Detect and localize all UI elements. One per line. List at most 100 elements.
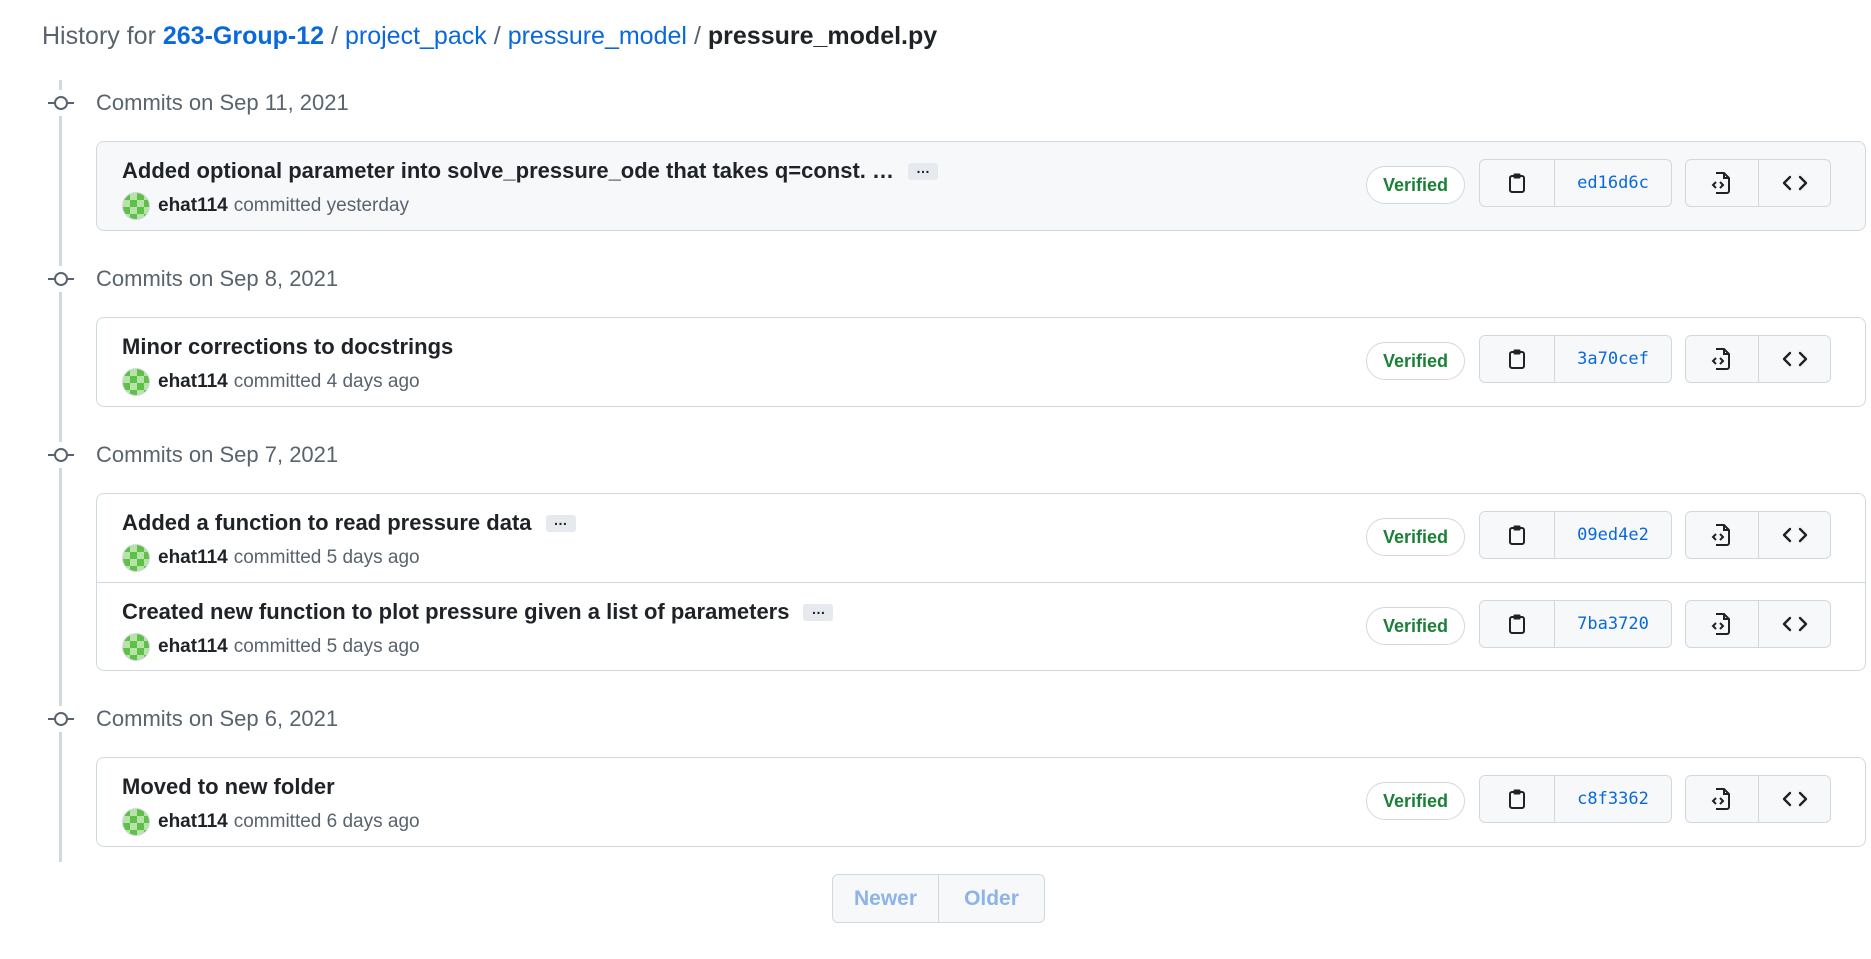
pagination: Newer Older <box>832 874 1045 923</box>
current-file-name: pressure_model.py <box>707 22 938 50</box>
copy-icon <box>1509 349 1525 369</box>
verified-badge[interactable]: Verified <box>1366 342 1466 380</box>
commit-group-header: Commits on Sep 7, 2021 <box>48 440 338 470</box>
commit-sha-link[interactable]: c8f3362 <box>1554 776 1671 822</box>
commit-message-link[interactable]: Created new function to plot pressure gi… <box>122 599 789 625</box>
file-code-icon <box>1711 613 1730 635</box>
breadcrumb: History for 263-Group-12/project_pack / pr… <box>42 22 937 51</box>
expand-message-button[interactable]: … <box>803 602 834 621</box>
commit-message-link[interactable]: Minor corrections to docstrings <box>122 334 453 360</box>
commit-list: Added optional parameter into solve_pres… <box>96 141 1866 231</box>
commit-author-link[interactable]: ehat114 <box>158 371 228 393</box>
timeline-line <box>59 80 62 862</box>
commit-message-link[interactable]: Added optional parameter into solve_pres… <box>122 158 894 184</box>
verified-badge[interactable]: Verified <box>1366 166 1466 204</box>
git-commit-icon <box>48 706 74 732</box>
avatar[interactable] <box>122 633 150 661</box>
avatar[interactable] <box>122 544 150 572</box>
browse-button-group <box>1685 335 1831 383</box>
commit-row: Moved to new folder ehat114 committed 6 … <box>97 758 1865 846</box>
copy-sha-button[interactable] <box>1480 336 1554 382</box>
avatar[interactable] <box>122 808 150 836</box>
commit-group-date: Commits on Sep 7, 2021 <box>96 442 339 467</box>
avatar[interactable] <box>122 192 150 220</box>
expand-message-button[interactable]: … <box>545 513 576 532</box>
commit-group-date: Commits on Sep 8, 2021 <box>96 266 339 291</box>
commit-row: Minor corrections to docstrings ehat114 … <box>97 318 1865 406</box>
commit-row: Added a function to read pressure data …… <box>97 494 1865 582</box>
path-link-project-pack[interactable]: project_pack <box>345 22 487 50</box>
browse-button-group <box>1685 775 1831 823</box>
commit-list: Moved to new folder ehat114 committed 6 … <box>96 757 1866 847</box>
copy-sha-button[interactable] <box>1480 776 1554 822</box>
view-file-at-commit-button[interactable] <box>1686 160 1758 206</box>
commit-group-date: Commits on Sep 6, 2021 <box>96 706 339 731</box>
path-link-pressure-model[interactable]: pressure_model <box>508 22 687 50</box>
commit-row: Added optional parameter into solve_pres… <box>97 142 1865 230</box>
file-code-icon <box>1711 348 1730 370</box>
commit-author-link[interactable]: ehat114 <box>158 195 228 217</box>
breadcrumb-separator: / <box>493 22 501 50</box>
commit-group-header: Commits on Sep 8, 2021 <box>48 264 338 294</box>
browse-repo-at-commit-button[interactable] <box>1758 512 1830 558</box>
view-file-at-commit-button[interactable] <box>1686 512 1758 558</box>
commit-sha-link[interactable]: ed16d6c <box>1554 160 1671 206</box>
git-commit-icon <box>48 266 74 292</box>
view-file-at-commit-button[interactable] <box>1686 601 1758 647</box>
browse-repo-at-commit-button[interactable] <box>1758 601 1830 647</box>
commit-sha-link[interactable]: 7ba3720 <box>1554 601 1671 647</box>
commit-group-header: Commits on Sep 11, 2021 <box>48 88 349 118</box>
code-icon <box>1782 616 1807 632</box>
verified-badge[interactable]: Verified <box>1366 782 1466 820</box>
commit-sha-link[interactable]: 09ed4e2 <box>1554 512 1671 558</box>
copy-sha-button[interactable] <box>1480 601 1554 647</box>
browse-repo-at-commit-button[interactable] <box>1758 776 1830 822</box>
commit-sha-link[interactable]: 3a70cef <box>1554 336 1671 382</box>
browse-button-group <box>1685 511 1831 559</box>
view-file-at-commit-button[interactable] <box>1686 776 1758 822</box>
commit-row: Created new function to plot pressure gi… <box>97 582 1865 670</box>
commit-time: committed yesterday <box>233 195 410 216</box>
newer-button[interactable]: Newer <box>833 875 938 922</box>
copy-sha-button[interactable] <box>1480 512 1554 558</box>
git-commit-icon <box>48 442 74 468</box>
commit-group-date: Commits on Sep 11, 2021 <box>96 90 349 115</box>
code-icon <box>1782 527 1807 543</box>
breadcrumb-separator: / <box>693 22 701 50</box>
sha-button-group: c8f3362 <box>1479 775 1672 823</box>
code-icon <box>1782 351 1807 367</box>
commit-time: committed 4 days ago <box>233 371 420 392</box>
file-code-icon <box>1711 524 1730 546</box>
file-code-icon <box>1711 172 1730 194</box>
verified-badge[interactable]: Verified <box>1366 607 1466 645</box>
file-code-icon <box>1711 788 1730 810</box>
history-prefix: History for <box>42 22 156 50</box>
expand-message-button[interactable]: … <box>908 161 939 180</box>
copy-icon <box>1509 614 1525 634</box>
code-icon <box>1782 175 1807 191</box>
commit-message-link[interactable]: Moved to new folder <box>122 774 335 800</box>
browse-repo-at-commit-button[interactable] <box>1758 336 1830 382</box>
commit-author-link[interactable]: ehat114 <box>158 811 228 833</box>
browse-button-group <box>1685 159 1831 207</box>
verified-badge[interactable]: Verified <box>1366 518 1466 556</box>
browse-repo-at-commit-button[interactable] <box>1758 160 1830 206</box>
avatar[interactable] <box>122 368 150 396</box>
older-button[interactable]: Older <box>938 875 1044 922</box>
copy-sha-button[interactable] <box>1480 160 1554 206</box>
commit-list: Minor corrections to docstrings ehat114 … <box>96 317 1866 407</box>
copy-icon <box>1509 173 1525 193</box>
repo-link[interactable]: 263-Group-12 <box>163 22 324 50</box>
commit-time: committed 5 days ago <box>233 636 420 657</box>
code-icon <box>1782 791 1807 807</box>
commit-message-link[interactable]: Added a function to read pressure data <box>122 510 532 536</box>
commit-time: committed 5 days ago <box>233 547 420 568</box>
view-file-at-commit-button[interactable] <box>1686 336 1758 382</box>
commit-author-link[interactable]: ehat114 <box>158 636 228 658</box>
sha-button-group: ed16d6c <box>1479 159 1672 207</box>
commit-author-link[interactable]: ehat114 <box>158 547 228 569</box>
sha-button-group: 3a70cef <box>1479 335 1672 383</box>
browse-button-group <box>1685 600 1831 648</box>
breadcrumb-separator: / <box>331 22 338 50</box>
copy-icon <box>1509 525 1525 545</box>
